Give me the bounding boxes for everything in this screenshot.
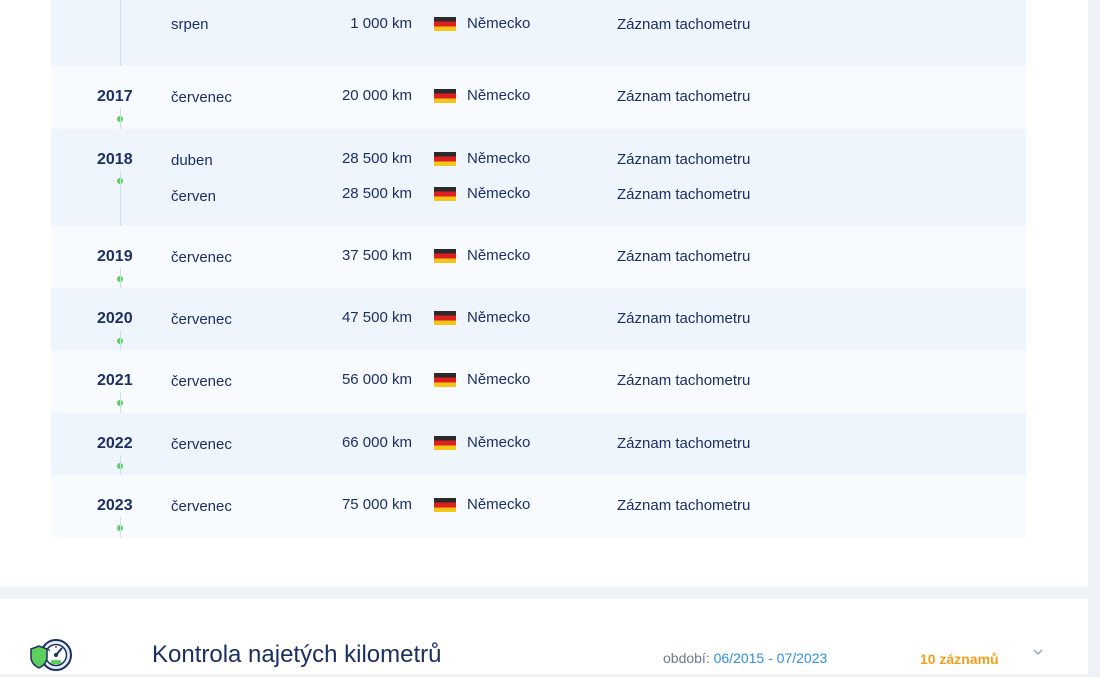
entry-source: Záznam tachometru [617, 372, 751, 389]
germany-flag-icon [434, 89, 456, 103]
entry-country: Německo [467, 15, 531, 32]
germany-flag-icon [434, 249, 456, 263]
entry-km: 37 500 km [341, 247, 412, 264]
germany-flag-icon [434, 152, 456, 166]
entry-country: Německo [467, 434, 531, 451]
mileage-entry: srpen 1 000 km Německo Záznam tachometru [51, 15, 1026, 35]
entry-km: 20 000 km [341, 87, 412, 104]
year-group: 2020 červenec 47 500 km Německo Záznam tacho… [51, 288, 1026, 350]
entry-month: červenec [171, 311, 232, 328]
entry-source: Záznam tachometru [617, 186, 751, 203]
entry-source: Záznam tachometru [617, 310, 751, 327]
entry-month: duben [171, 152, 213, 169]
mileage-entry: červenec 75 000 km Německo Záznam tachometr… [51, 496, 1026, 516]
timeline-connector [119, 330, 121, 350]
mileage-entry: červenec 66 000 km Německo Záznam tachometr… [51, 434, 1026, 454]
entry-month: červenec [171, 498, 232, 515]
entry-source: Záznam tachometru [617, 151, 751, 168]
entry-source: Záznam tachometru [617, 16, 751, 33]
year-group: 2021 červenec 56 000 km Německo Záznam tacho… [51, 350, 1026, 413]
entry-source: Záznam tachometru [617, 88, 751, 105]
mileage-entry: červenec 20 000 km Německo Záznam tachometr… [51, 87, 1026, 107]
entry-country: Německo [467, 87, 531, 104]
entry-km: 28 500 km [341, 185, 412, 202]
entry-country: Německo [467, 247, 531, 264]
entry-source: Záznam tachometru [617, 435, 751, 452]
period-value: 06/2015 - 07/2023 [713, 650, 828, 666]
gauge-shield-icon [30, 639, 72, 671]
section-title: Kontrola najetých kilometrů [152, 641, 442, 668]
year-group: 2019 červenec 37 500 km Německo Záznam tacho… [51, 226, 1026, 288]
period-info: období: 06/2015 - 07/2023 [663, 650, 827, 666]
year-group: červen100 kmNěmeckoZáznam tachometrusrpe… [51, 0, 1026, 66]
chevron-down-icon[interactable] [1031, 647, 1045, 657]
entry-month: červenec [171, 373, 232, 390]
mileage-timeline: červen100 kmNěmeckoZáznam tachometrusrpe… [51, 0, 1026, 538]
year-group: 2022 červenec 66 000 km Německo Záznam tacho… [51, 413, 1026, 475]
germany-flag-icon [434, 187, 456, 201]
germany-flag-icon [434, 436, 456, 450]
entry-km: 66 000 km [341, 434, 412, 451]
mileage-entry: červen 28 500 km Německo Záznam tachometru [51, 185, 1026, 205]
entry-country: Německo [467, 185, 531, 202]
timeline-connector [119, 455, 121, 475]
entry-km: 75 000 km [341, 496, 412, 513]
entry-source: Záznam tachometru [617, 248, 751, 265]
record-count: 10 záznamů [920, 651, 999, 667]
mileage-check-section[interactable]: Kontrola najetých kilometrů období: 06/2… [0, 599, 1088, 674]
entry-km: 28 500 km [341, 150, 412, 167]
timeline-connector [119, 392, 121, 413]
entry-km: 1 000 km [350, 15, 412, 32]
entry-country: Německo [467, 309, 531, 326]
entry-km: 47 500 km [341, 309, 412, 326]
germany-flag-icon [434, 17, 456, 31]
entry-month: červen [171, 188, 217, 205]
timeline-connector [119, 268, 121, 288]
germany-flag-icon [434, 373, 456, 387]
year-group: 2023 červenec 75 000 km Německo Záznam tacho… [51, 475, 1026, 538]
mileage-entry: duben 28 500 km Německo Záznam tachometru [51, 150, 1026, 170]
mileage-entry: červenec 37 500 km Německo Záznam tachometr… [51, 247, 1026, 267]
entry-month: srpen [171, 16, 209, 33]
mileage-entry: červenec 47 500 km Německo Záznam tachometr… [51, 309, 1026, 329]
entry-country: Německo [467, 371, 531, 388]
entry-country: Německo [467, 150, 531, 167]
mileage-card: červen100 kmNěmeckoZáznam tachometrusrpe… [0, 0, 1088, 587]
entry-source: Záznam tachometru [617, 497, 751, 514]
timeline-connector [119, 108, 121, 129]
entry-month: červenec [171, 436, 232, 453]
entry-month: červenec [171, 89, 232, 106]
germany-flag-icon [434, 498, 456, 512]
entry-month: červenec [171, 249, 232, 266]
entry-country: Německo [467, 496, 531, 513]
period-label: období: [663, 650, 710, 666]
entry-km: 56 000 km [341, 371, 412, 388]
mileage-entry: červenec 56 000 km Německo Záznam tachometr… [51, 371, 1026, 391]
year-group: 2017 červenec 20 000 km Německo Záznam tacho… [51, 66, 1026, 129]
year-group: 2018 duben 28 500 km Německo Záznam tachomet… [51, 129, 1026, 226]
timeline-connector [119, 517, 121, 538]
germany-flag-icon [434, 311, 456, 325]
